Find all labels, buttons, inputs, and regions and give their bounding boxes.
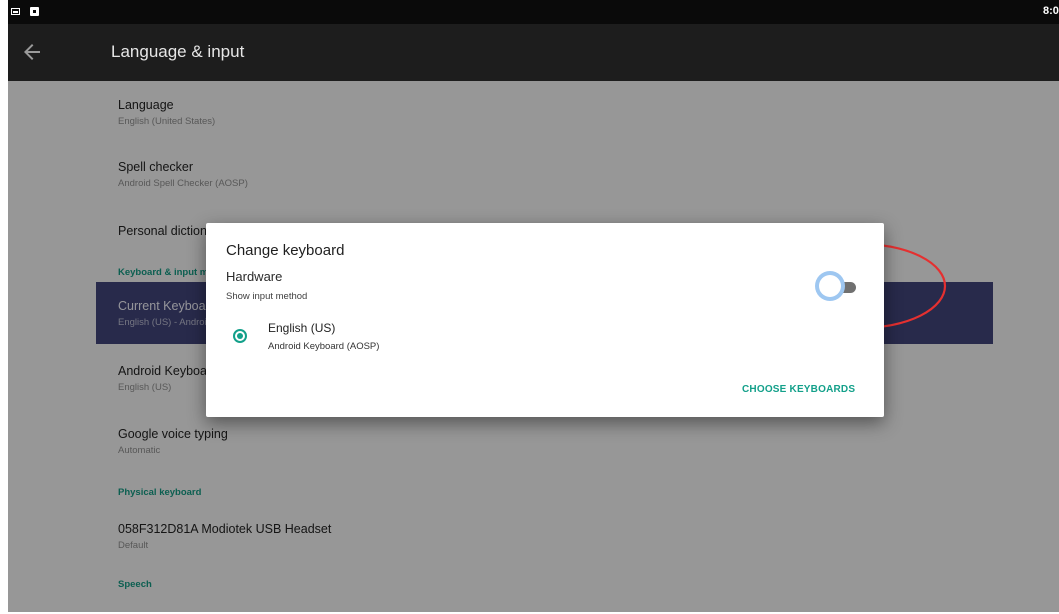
app-bar: Language & input [8,24,1059,81]
show-input-method-toggle[interactable] [816,275,860,299]
back-arrow-icon[interactable] [20,40,44,64]
change-keyboard-dialog: Change keyboard Hardware Show input meth… [206,223,884,417]
keyboard-option-subtitle: Android Keyboard (AOSP) [268,341,380,352]
keyboard-option-label[interactable]: English (US) [268,321,335,335]
toggle-thumb [819,275,841,297]
dialog-title: Change keyboard [226,242,345,259]
choose-keyboards-button[interactable]: CHOOSE KEYBOARDS [742,384,855,395]
screen: 8:05 Language & input Language English (… [0,0,1059,614]
notification-icon [30,7,39,16]
status-time: 8:05 [1042,5,1059,17]
hardware-subtitle: Show input method [226,291,308,302]
hardware-label: Hardware [226,269,283,284]
screen-icon [11,8,20,15]
page-title: Language & input [111,42,245,61]
status-bar: 8:05 [8,0,1059,24]
radio-selected-icon[interactable] [233,329,247,343]
